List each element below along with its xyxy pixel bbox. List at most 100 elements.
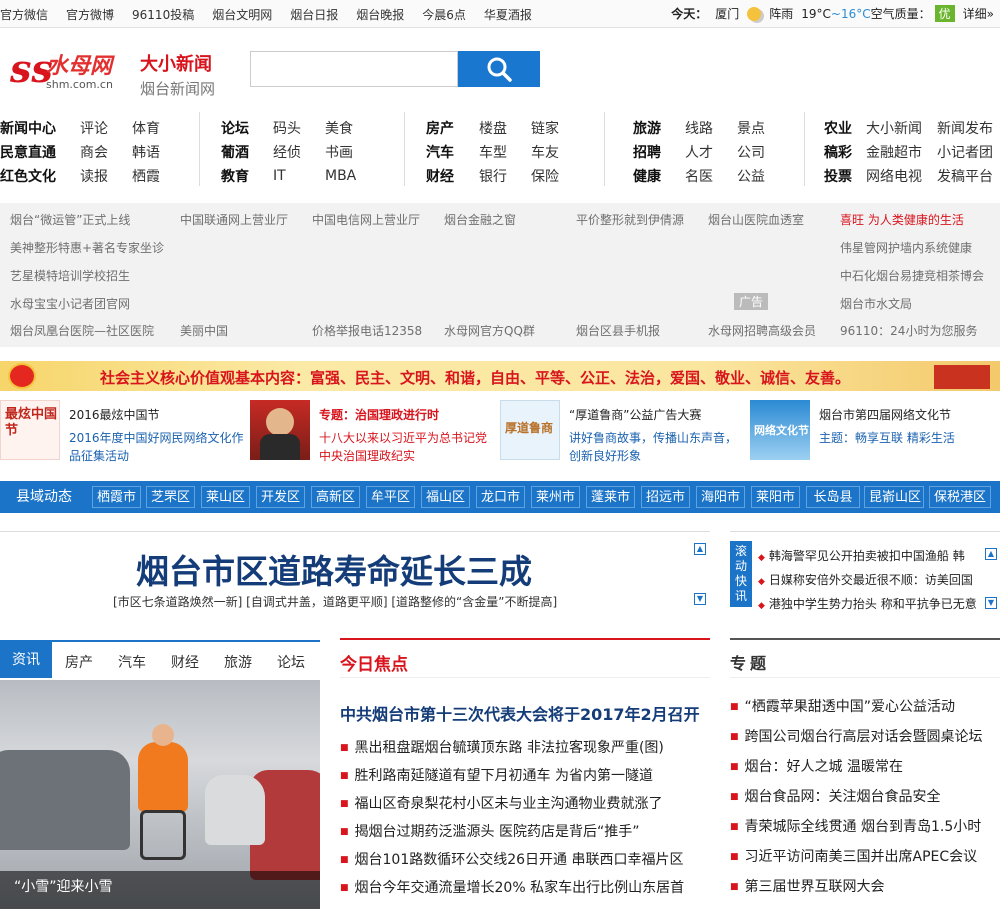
ad-link[interactable]: 美神整形特惠+著名专家坐诊 <box>10 239 164 256</box>
county-button[interactable]: 栖霞市 <box>92 486 141 508</box>
ad-link[interactable]: 伟星管网护墙内系统健康 <box>840 239 972 256</box>
photo-caption[interactable]: “小雪”迎来小雪 <box>14 876 113 896</box>
tab-finance[interactable]: 财经 <box>171 652 199 672</box>
search-button[interactable] <box>458 51 540 87</box>
nav-item[interactable]: 名医 <box>685 166 737 186</box>
news-photo[interactable] <box>0 680 320 909</box>
nav-item[interactable]: 评论 <box>80 118 132 138</box>
topic-item[interactable]: 第三届世界互联网大会 <box>730 876 885 896</box>
tab-house[interactable]: 房产 <box>65 652 93 672</box>
county-button[interactable]: 昆嵛山区 <box>864 486 924 508</box>
nav-item[interactable]: 公司 <box>737 142 765 162</box>
sub-logo[interactable]: 大小新闻 烟台新闻网 <box>140 50 215 99</box>
county-button[interactable]: 招远市 <box>641 486 690 508</box>
scroll-up-icon[interactable]: ▲ <box>985 548 997 560</box>
top-link[interactable]: 烟台文明网 <box>212 6 272 23</box>
weather-city[interactable]: 厦门 <box>715 5 739 22</box>
nav-item[interactable]: 财经 <box>426 166 479 186</box>
nav-item[interactable]: 商会 <box>80 142 132 162</box>
focus-item[interactable]: 福山区奇泉梨花村小区未与业主沟通物业费就涨了 <box>340 793 663 813</box>
nav-item[interactable]: 健康 <box>633 166 685 186</box>
feature-title[interactable]: 专题：治国理政进行时 <box>319 406 439 423</box>
nav-item[interactable]: 稿彩 <box>824 142 866 162</box>
feature-desc[interactable]: 创新良好形象 <box>569 447 641 464</box>
top-link[interactable]: 今晨6点 <box>422 6 466 23</box>
nav-item[interactable]: 车友 <box>531 142 559 162</box>
county-button[interactable]: 开发区 <box>256 486 305 508</box>
nav-item[interactable]: 葡酒 <box>221 142 273 162</box>
ad-link[interactable]: 96110：24小时为您服务 <box>840 322 977 339</box>
site-logo[interactable]: ss 水母网 shm.com.cn <box>10 46 130 96</box>
feature-card[interactable]: 专题：治国理政进行时 十八大以来以习近平为总书记党 中央治国理政纪实 <box>250 400 490 463</box>
headline-sub-links[interactable]: [市区七条道路焕然一新] [自调式井盖，道路更平顺] [道路整修的“含金量”不断… <box>113 593 557 610</box>
feature-desc[interactable]: 2016年度中国好网民网络文化作 <box>69 429 244 446</box>
ad-link[interactable]: 中国电信网上营业厅 <box>312 211 420 228</box>
nav-item[interactable]: 金融超市 <box>866 142 937 162</box>
top-link[interactable]: 96110投稿 <box>132 6 194 23</box>
feature-title[interactable]: “厚道鲁商”公益广告大赛 <box>569 406 701 423</box>
nav-item[interactable]: 小记者团 <box>937 142 993 162</box>
search-input[interactable] <box>250 51 458 87</box>
tab-forum[interactable]: 论坛 <box>277 652 305 672</box>
nav-item[interactable]: 经侦 <box>273 142 325 162</box>
scroll-down-icon[interactable]: ▼ <box>985 597 997 609</box>
nav-item[interactable]: 韩语 <box>132 142 160 162</box>
nav-item[interactable]: 新闻发布 <box>937 118 993 138</box>
ad-link[interactable]: 平价整形就到伊倩源 <box>576 211 684 228</box>
ad-link[interactable]: 烟台山医院血透室 <box>708 211 804 228</box>
county-label[interactable]: 县域动态 <box>16 486 72 508</box>
feature-card[interactable]: 网络文化节 烟台市第四届网络文化节 主题：畅享互联 精彩生活 <box>750 400 1000 462</box>
ad-link[interactable]: 中国联通网上营业厅 <box>180 211 288 228</box>
top-link[interactable]: 官方微信 <box>0 6 48 23</box>
county-button[interactable]: 海阳市 <box>696 486 745 508</box>
focus-item[interactable]: 黑出租盘踞烟台毓璜顶东路 非法拉客现象严重(图) <box>340 737 664 757</box>
nav-item[interactable]: 景点 <box>737 118 765 138</box>
weather-detail-link[interactable]: 详细» <box>963 5 994 22</box>
ad-link[interactable]: 烟台市水文局 <box>840 295 912 312</box>
nav-item[interactable]: 投票 <box>824 166 866 186</box>
ad-link[interactable]: 价格举报电话12358 <box>312 322 422 339</box>
nav-item[interactable]: 房产 <box>426 118 479 138</box>
county-button[interactable]: 蓬莱市 <box>586 486 635 508</box>
county-button[interactable]: 牟平区 <box>366 486 415 508</box>
nav-item[interactable]: 汽车 <box>426 142 479 162</box>
top-link[interactable]: 官方微博 <box>66 6 114 23</box>
focus-item[interactable]: 胜利路南延隧道有望下月初通车 为省内第一隧道 <box>340 765 653 785</box>
topic-item[interactable]: 跨国公司烟台行高层对话会暨圆桌论坛 <box>730 726 983 746</box>
county-button[interactable]: 莱阳市 <box>751 486 800 508</box>
nav-item[interactable]: MBA <box>325 168 356 184</box>
nav-item[interactable]: 公益 <box>737 166 765 186</box>
focus-item[interactable]: 烟台今年交通流量增长20% 私家车出行比例山东居首 <box>340 877 685 897</box>
nav-item[interactable]: 民意直通 <box>0 142 80 162</box>
county-button[interactable]: 福山区 <box>421 486 470 508</box>
feature-card[interactable]: 厚道鲁商 “厚道鲁商”公益广告大赛 讲好鲁商故事，传播山东声音， 创新良好形象 <box>500 400 740 464</box>
nav-item[interactable]: 美食 <box>325 118 353 138</box>
nav-item[interactable]: 楼盘 <box>479 118 531 138</box>
feature-desc[interactable]: 讲好鲁商故事，传播山东声音， <box>569 429 737 446</box>
nav-item[interactable]: 栖霞 <box>132 166 160 186</box>
feature-desc[interactable]: 品征集活动 <box>69 447 129 464</box>
nav-item[interactable]: 车型 <box>479 142 531 162</box>
top-link[interactable]: 烟台晚报 <box>356 6 404 23</box>
tab-news[interactable]: 资讯 <box>0 642 52 678</box>
ad-link[interactable]: 水母网官方QQ群 <box>444 322 535 339</box>
nav-item[interactable]: 教育 <box>221 166 273 186</box>
ad-link[interactable]: 烟台金融之窗 <box>444 211 516 228</box>
county-button[interactable]: 长岛县 <box>806 486 860 508</box>
topic-item[interactable]: 青荣城际全线贯通 烟台到青岛1.5小时 <box>730 816 982 836</box>
ad-link[interactable]: 烟台“微运管”正式上线 <box>10 211 130 228</box>
county-button[interactable]: 莱州市 <box>531 486 580 508</box>
nav-item[interactable]: IT <box>273 168 325 184</box>
headline-title[interactable]: 烟台市区道路寿命延长三成 <box>136 545 532 593</box>
nav-item[interactable]: 大小新闻 <box>866 118 937 138</box>
nav-item[interactable]: 招聘 <box>633 142 685 162</box>
county-button[interactable]: 莱山区 <box>201 486 250 508</box>
nav-item[interactable]: 旅游 <box>633 118 685 138</box>
nav-item[interactable]: 农业 <box>824 118 866 138</box>
topic-item[interactable]: “栖霞苹果甜透中国”爱心公益活动 <box>730 696 956 716</box>
county-button[interactable]: 保税港区 <box>929 486 991 508</box>
ad-link[interactable]: 喜旺 为人类健康的生活 <box>840 211 964 228</box>
nav-item[interactable]: 线路 <box>685 118 737 138</box>
nav-item[interactable]: 保险 <box>531 166 559 186</box>
nav-item[interactable]: 链家 <box>531 118 559 138</box>
